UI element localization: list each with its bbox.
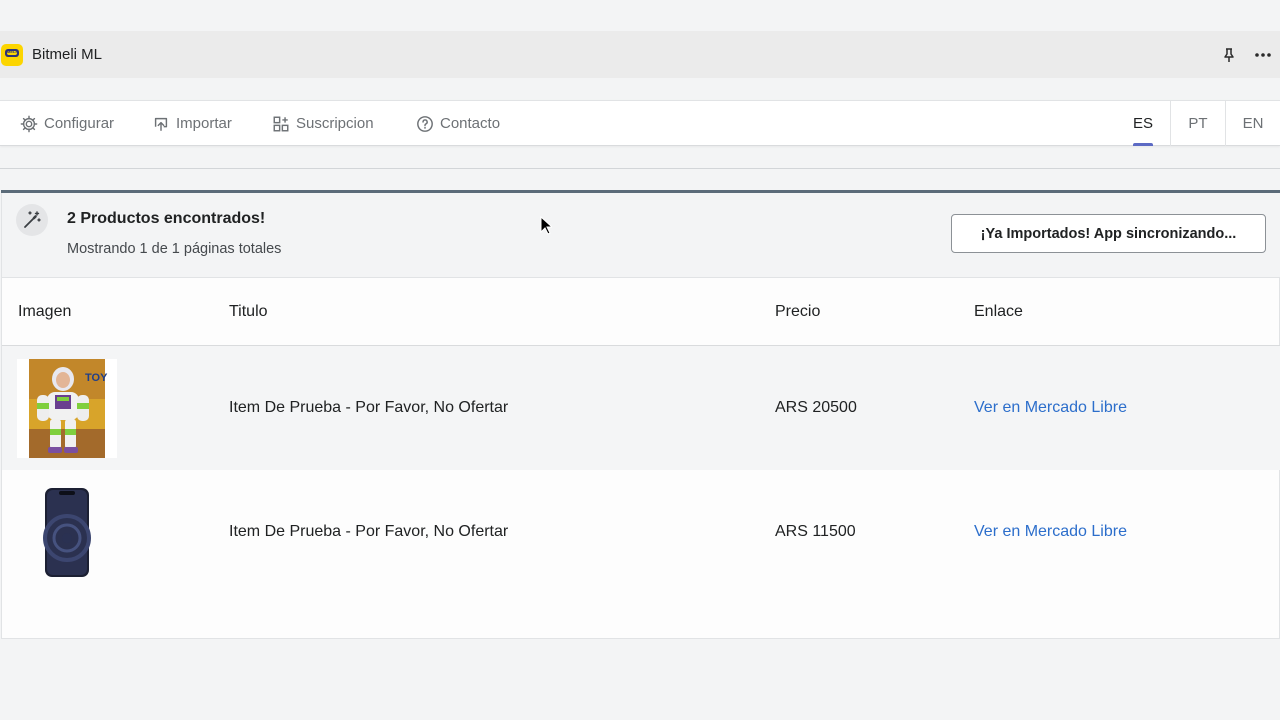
nav-item-importar[interactable]: Importar: [152, 101, 232, 146]
results-card: 2 Productos encontrados! Mostrando 1 de …: [1, 190, 1280, 639]
app-logo: MELI: [1, 43, 23, 66]
nav-item-contacto-label: Contacto: [440, 115, 501, 132]
nav-item-suscripcion-label: Suscripcion: [296, 115, 374, 132]
section-divider: [0, 168, 1280, 169]
product-title: Item De Prueba - Por Favor, No Ofertar: [229, 399, 509, 416]
table-row: Item De Prueba - Por Favor, No Ofertar A…: [2, 470, 1280, 594]
column-header-link: Enlace: [974, 303, 1023, 320]
already-imported-sync-button[interactable]: ¡Ya Importados! App sincronizando...: [951, 214, 1266, 253]
smartphone-thumbnail: [17, 483, 117, 582]
nav-item-suscripcion[interactable]: Suscripcion: [272, 101, 374, 146]
pagination-summary: Mostrando 1 de 1 páginas totales: [67, 241, 282, 257]
column-header-price: Precio: [775, 303, 821, 320]
apps-icon: [273, 116, 289, 131]
products-table: Imagen Titulo Precio Enlace TOY Item De …: [2, 278, 1280, 594]
language-tab-es[interactable]: ES: [1116, 101, 1170, 146]
app-title: Bitmeli ML: [32, 46, 103, 63]
magic-wand-icon: [16, 204, 48, 236]
results-banner: 2 Productos encontrados! Mostrando 1 de …: [2, 193, 1280, 278]
view-on-mercado-libre-link[interactable]: Ver en Mercado Libre: [974, 399, 1127, 417]
pin-icon[interactable]: [1218, 44, 1240, 66]
language-tab-pt[interactable]: PT: [1171, 101, 1225, 146]
column-header-title: Titulo: [229, 303, 268, 320]
table-header: Imagen Titulo Precio Enlace: [2, 278, 1280, 346]
app-logo-text: MELI: [7, 48, 17, 54]
toy-label: TOY: [85, 372, 108, 384]
gear-icon: [20, 115, 38, 132]
product-title: Item De Prueba - Por Favor, No Ofertar: [229, 523, 509, 540]
header-actions: [1218, 31, 1274, 78]
mouse-cursor: [540, 216, 552, 235]
nav-item-configurar-label: Configurar: [44, 115, 115, 132]
top-navigation: Configurar Importar Suscripcion Contacto…: [0, 100, 1280, 146]
nav-item-contacto[interactable]: Contacto: [416, 101, 500, 146]
product-price: ARS 11500: [775, 523, 856, 540]
import-icon: [154, 117, 168, 131]
nav-item-configurar[interactable]: Configurar: [20, 101, 114, 146]
table-row: TOY Item De Prueba - Por Favor, No Ofert…: [2, 346, 1280, 470]
toy-figure-thumbnail: TOY: [17, 359, 117, 458]
app-header: MELI Bitmeli ML: [0, 31, 1280, 78]
more-horizontal-icon[interactable]: [1252, 44, 1274, 66]
help-circle-icon: [417, 115, 433, 132]
column-header-image: Imagen: [18, 303, 72, 320]
nav-item-importar-label: Importar: [176, 115, 232, 132]
results-count-title: 2 Productos encontrados!: [67, 210, 266, 227]
view-on-mercado-libre-link[interactable]: Ver en Mercado Libre: [974, 523, 1127, 541]
product-price: ARS 20500: [775, 399, 857, 416]
language-tab-en[interactable]: EN: [1226, 101, 1280, 146]
